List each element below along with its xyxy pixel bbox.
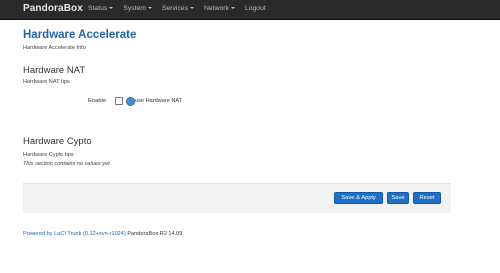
enable-checkbox[interactable] bbox=[115, 97, 123, 105]
enable-help-text: use Hardware NAT bbox=[135, 98, 183, 104]
section-title-hardware-crypto: Hardware Cypto bbox=[23, 136, 92, 147]
menu-network[interactable]: Network bbox=[204, 5, 235, 15]
save-button[interactable]: Save bbox=[387, 192, 409, 204]
chevron-down-icon bbox=[109, 7, 114, 9]
menu-system[interactable]: System bbox=[123, 5, 152, 15]
section-description-hardware-crypto: Hardware Cypto tips bbox=[23, 152, 74, 158]
info-icon bbox=[126, 97, 135, 106]
main-menu: Status System Services Network Logout bbox=[88, 5, 276, 15]
save-apply-button[interactable]: Save & Apply bbox=[334, 192, 383, 204]
menu-logout[interactable]: Logout bbox=[245, 5, 266, 15]
chevron-down-icon bbox=[147, 7, 152, 9]
menu-status[interactable]: Status bbox=[88, 5, 114, 15]
menu-status-label: Status bbox=[88, 5, 108, 12]
menu-logout-label: Logout bbox=[244, 5, 266, 12]
chevron-down-icon bbox=[190, 7, 195, 9]
section-title-hardware-nat: Hardware NAT bbox=[23, 65, 86, 76]
menu-system-label: System bbox=[123, 5, 146, 12]
section-empty-note: This section contains no values yet bbox=[23, 161, 110, 167]
menu-network-label: Network bbox=[204, 5, 229, 12]
footer-version: PandoraBox R2 14.09 bbox=[127, 231, 183, 237]
section-description-hardware-nat: Hardware NAT tips bbox=[23, 79, 70, 85]
top-navbar: PandoraBox Status System Services Networ… bbox=[0, 0, 500, 20]
footer: Powered by LuCI Trunk (0.12+svn-r1024) P… bbox=[23, 231, 182, 237]
page-title: Hardware Accelerate bbox=[23, 29, 137, 41]
luci-link[interactable]: Powered by LuCI Trunk (0.12+svn-r1024) bbox=[23, 231, 126, 237]
brand-logo[interactable]: PandoraBox bbox=[23, 3, 83, 14]
menu-services-label: Services bbox=[161, 5, 189, 12]
chevron-down-icon bbox=[230, 7, 235, 9]
reset-button[interactable]: Reset bbox=[413, 192, 441, 204]
enable-label: Enable bbox=[88, 98, 107, 104]
page-description: Hardware Accelerate Info bbox=[23, 45, 86, 51]
menu-services[interactable]: Services bbox=[161, 5, 195, 15]
